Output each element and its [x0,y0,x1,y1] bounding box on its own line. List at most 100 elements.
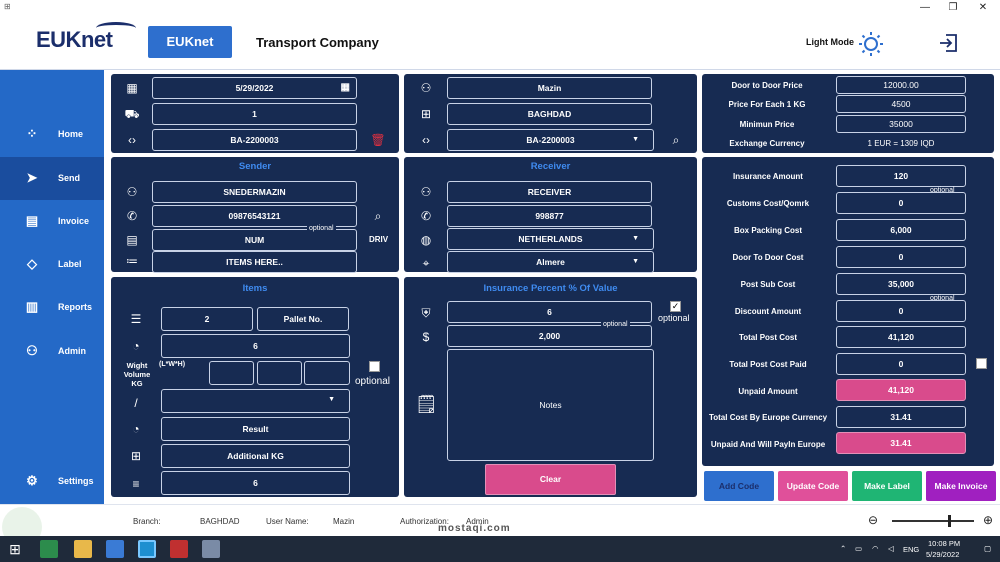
europe-cost-field[interactable]: 31.41 [836,406,966,428]
user-field[interactable]: Mazin [447,77,652,99]
receiver-title: Receiver [530,161,571,172]
taskbar-app-4[interactable] [138,540,156,558]
customs-cost-field[interactable]: 0 [836,192,966,214]
count-field[interactable]: 1 [152,103,357,125]
start-icon[interactable]: ⊞ [6,540,24,558]
insurance-amount-field[interactable]: 120 [836,165,966,187]
sidebar-item-label: Admin [58,346,86,356]
insurance-percent-field[interactable]: 6 [447,301,652,323]
sidebar-item-home[interactable]: ⁘ Home [0,113,104,156]
sender-items-field[interactable]: ITEMS HERE.. [152,251,357,273]
total-post-cost-field[interactable]: 41,120 [836,326,966,348]
tray-chevron-icon[interactable]: ⌃ [840,544,846,553]
door-to-door-cost-field[interactable]: 0 [836,246,966,268]
minimize-button[interactable]: — [910,0,940,15]
maximize-button[interactable]: ❐ [938,0,968,15]
cost-label: Box Packing Cost [733,226,802,235]
discount-field[interactable]: 0 [836,300,966,322]
total-paid-field[interactable]: 0 [836,353,966,375]
close-button[interactable]: ✕ [968,0,998,15]
calendar-picker-icon[interactable]: ▦ [341,78,350,98]
country-select[interactable]: NETHERLANDS ▼ [447,228,654,250]
unpaid-amount-field[interactable]: 41,120 [836,379,966,401]
sidebar-item-label-page[interactable]: ◇ Label [0,243,104,286]
euknet-button[interactable]: EUKnet [148,26,232,58]
post-sub-cost-field[interactable]: 35,000 [836,273,966,295]
shipment-code-field[interactable]: BA-2200003 [152,129,357,151]
chevron-down-icon: ▼ [328,396,335,403]
pallet-field[interactable]: Pallet No. [257,307,349,331]
delete-icon[interactable]: 🗑 [370,132,386,148]
add-code-button[interactable]: Add Code [704,471,774,501]
sun-icon[interactable] [858,31,884,57]
sidebar-item-settings[interactable]: ⚙ Settings [0,460,104,503]
min-price-field[interactable]: 35000 [836,115,966,133]
sidebar-item-reports[interactable]: ▥ Reports [0,286,104,329]
clock-date[interactable]: 5/29/2022 [926,550,959,559]
zoom-out-icon[interactable]: ⊖ [868,513,878,527]
globe-icon: ◍ [420,233,432,247]
weight-field[interactable]: 6 [161,334,350,358]
paid-checkbox[interactable] [976,358,987,369]
update-code-button[interactable]: Update Code [778,471,848,501]
branch-field[interactable]: BAGHDAD [447,103,652,125]
bar-chart-icon: ▥ [25,299,39,314]
taskbar-app-6[interactable] [202,540,220,558]
chevron-down-icon: ▼ [632,235,639,242]
tray-network-icon[interactable]: ▭ [855,544,862,553]
grid-icon: ⁘ [26,126,38,141]
zoom-slider-thumb[interactable] [948,515,951,527]
insurance-optional-checkbox[interactable]: ✓ [670,301,681,312]
gear-icon: ⚙ [26,473,38,488]
calendar-icon: ▦ [126,81,138,95]
tray-volume-icon[interactable]: ◁ [888,544,894,553]
date-field[interactable]: 5/29/2022 ▦ [152,77,357,99]
receiver-name-field[interactable]: RECEIVER [447,181,652,203]
per-kg-field[interactable]: 4500 [836,95,966,113]
city-select[interactable]: Almere ▼ [447,251,654,273]
sidebar-item-admin[interactable]: ⚇ Admin [0,330,104,373]
sender-id-field[interactable]: NUM [152,229,357,251]
item-count-field[interactable]: 2 [161,307,253,331]
tray-wifi-icon[interactable]: ◠ [872,544,879,553]
result-field[interactable]: Result [161,417,350,441]
zoom-slider[interactable] [892,515,974,527]
send-icon: ➤ [26,170,38,185]
sidebar-item-invoice[interactable]: ▤ Invoice [0,200,104,243]
sender-name-field[interactable]: SNEDERMAZIN [152,181,357,203]
notes-field[interactable]: Notes [447,349,654,461]
width-field[interactable] [257,361,302,385]
door-price-field[interactable]: 12000.00 [836,76,966,94]
file-explorer-icon[interactable] [74,540,92,558]
insurance-title: Insurance Percent % Of Value [483,283,618,294]
items-panel: Items ☰ 2 Pallet No. ◔ 6 Wight Volume KG… [111,277,399,497]
sidebar-item-send[interactable]: ➤ Send [0,157,104,200]
search-icon[interactable]: ⌕ [668,132,684,148]
logout-icon[interactable] [938,32,960,54]
receiver-phone-field[interactable]: 998877 [447,205,652,227]
unit-select[interactable]: ▼ [161,389,350,413]
insurance-value-field[interactable]: 2,000 [447,325,652,347]
search-icon[interactable]: ⌕ [370,208,386,224]
length-field[interactable] [209,361,254,385]
clear-button[interactable]: Clear [485,464,616,495]
language-indicator[interactable]: ENG [903,545,919,554]
total-weight-field[interactable]: 6 [161,471,350,495]
make-invoice-button[interactable]: Make Invoice [926,471,996,501]
make-label-button[interactable]: Make Label [852,471,922,501]
code-select[interactable]: BA-2200003 ▼ [447,129,654,151]
volume-optional-checkbox[interactable] [369,361,380,372]
box-packing-field[interactable]: 6,000 [836,219,966,241]
company-title: Transport Company [256,35,379,50]
taskbar-app-5[interactable] [170,540,188,558]
user-value: Mazin [333,517,355,526]
taskbar-app-1[interactable] [40,540,58,558]
notification-icon[interactable]: ▢ [984,544,991,553]
pay-in-europe-field[interactable]: 31.41 [836,432,966,454]
taskbar-app-3[interactable] [106,540,124,558]
sender-phone-field[interactable]: 09876543121 [152,205,357,227]
zoom-in-icon[interactable]: ⊕ [983,513,993,527]
height-field[interactable] [304,361,350,385]
additional-kg-field[interactable]: Additional KG [161,444,350,468]
clock-time[interactable]: 10:08 PM [928,539,960,548]
